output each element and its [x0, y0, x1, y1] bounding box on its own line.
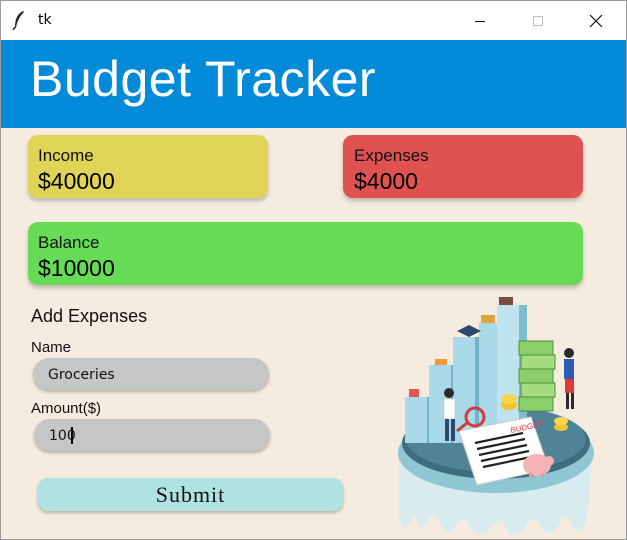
income-label: Income [38, 146, 94, 165]
title-bar: tk [1, 1, 626, 40]
text-caret [71, 427, 73, 444]
page-title: Budget Tracker [30, 51, 377, 107]
balance-value: $10000 [38, 255, 115, 281]
add-expenses-heading: Add Expenses [31, 306, 148, 326]
name-input[interactable]: Groceries [33, 358, 269, 390]
window-title: tk [38, 12, 52, 28]
submit-button[interactable]: Submit [38, 478, 343, 511]
expenses-label: Expenses [354, 146, 429, 165]
name-label: Name [31, 339, 72, 356]
balance-card: Balance $10000 [28, 222, 583, 285]
expenses-card: Expenses $4000 [343, 135, 583, 198]
amount-label: Amount($) [31, 400, 102, 417]
balance-label: Balance [38, 233, 100, 252]
minimize-button[interactable] [452, 1, 508, 40]
maximize-button[interactable] [510, 1, 566, 40]
budget-illustration: BUDGET [398, 297, 594, 536]
income-value: $40000 [38, 168, 115, 194]
app-window: tk Budget Tracker Income $40000 Expenses… [0, 0, 627, 540]
income-card: Income $40000 [28, 135, 268, 198]
minimize-icon [475, 20, 485, 22]
app-header: Budget Tracker [1, 40, 626, 128]
amount-input[interactable]: 100 [34, 419, 270, 451]
close-button[interactable] [568, 1, 624, 40]
name-input-value: Groceries [48, 367, 115, 383]
feather-icon [12, 11, 24, 30]
close-icon [589, 14, 603, 27]
expenses-value: $4000 [354, 168, 418, 194]
submit-label: Submit [155, 481, 226, 507]
maximize-icon [533, 15, 543, 26]
